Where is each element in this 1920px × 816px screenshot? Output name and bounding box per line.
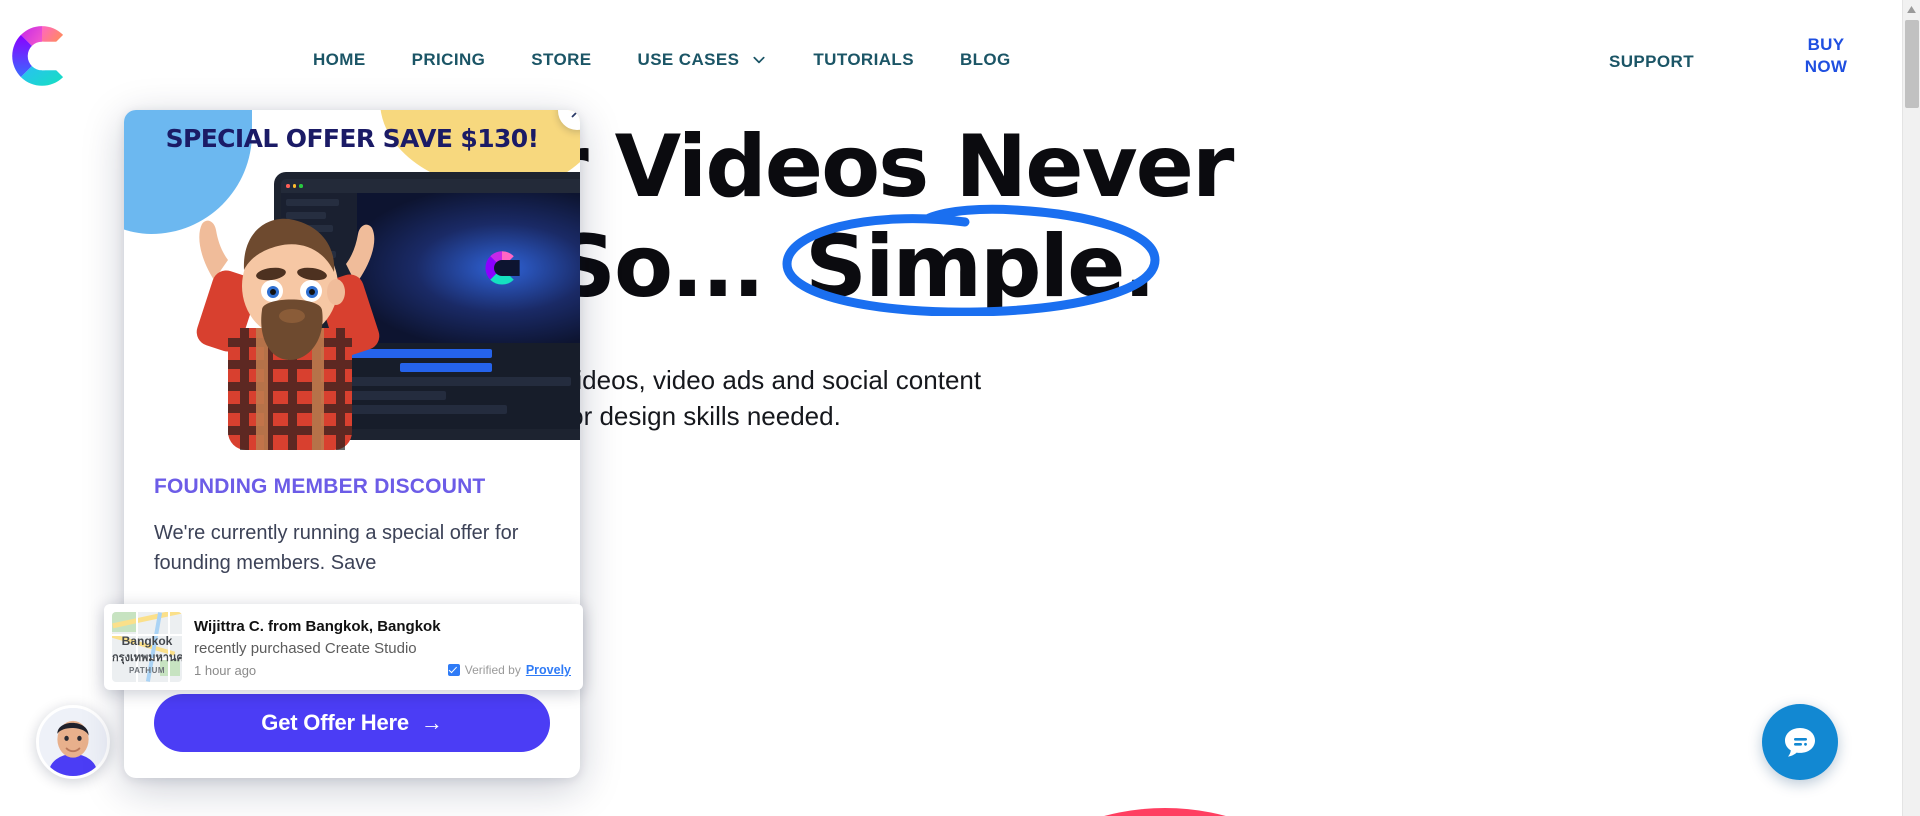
popup-cta-container: Get Offer Here →: [154, 694, 550, 752]
nav-item-home[interactable]: HOME: [290, 50, 389, 70]
primary-navigation: HOME PRICING STORE USE CASES TUTORIALS B…: [290, 50, 1034, 70]
social-proof-notification[interactable]: Bangkok กรุงเทพมหานคร PATHUM Wijittra C.…: [104, 604, 583, 690]
popup-banner-title: SPECIAL OFFER SAVE $130!: [165, 124, 539, 153]
buy-now-line1: BUY: [1807, 35, 1845, 54]
brand-logo[interactable]: [8, 22, 76, 90]
popup-heading: FOUNDING MEMBER DISCOUNT: [154, 475, 486, 498]
map-label-city: Bangkok: [121, 634, 173, 648]
create-studio-logo-icon: [12, 26, 74, 86]
decorative-red-circle: [930, 808, 1400, 816]
popup-description: We're currently running a special offer …: [154, 521, 519, 575]
map-label-district: PATHUM: [128, 666, 166, 675]
map-thumbnail: Bangkok กรุงเทพมหานคร PATHUM: [112, 612, 182, 682]
popup-content: FOUNDING MEMBER DISCOUNT We're currently…: [124, 450, 580, 579]
notification-footer: 1 hour ago Verified by Provely: [194, 663, 571, 678]
verified-badge: Verified by Provely: [447, 663, 571, 677]
nav-item-use-cases[interactable]: USE CASES: [615, 50, 791, 70]
get-offer-label: Get Offer Here: [261, 710, 409, 735]
popup-banner-image: SPECIAL OFFER SAVE $130!: [124, 110, 580, 450]
buy-now-button[interactable]: BUY NOW: [1790, 34, 1862, 78]
logo-on-canvas-icon: [485, 251, 520, 285]
highlight-text: Simple.: [805, 216, 1156, 317]
video-avatar-widget[interactable]: [36, 705, 110, 779]
nav-item-store[interactable]: STORE: [508, 50, 614, 70]
scrollbar-thumb[interactable]: [1905, 20, 1919, 108]
site-header: HOME PRICING STORE USE CASES TUTORIALS B…: [0, 0, 1902, 108]
page-root: Explainer Videos Never Seemed So... Simp…: [0, 0, 1920, 816]
nav-item-use-cases-label: USE CASES: [637, 50, 740, 69]
scroll-up-arrow[interactable]: [1903, 0, 1920, 18]
mascot-character-illustration: [196, 218, 380, 450]
nav-item-pricing[interactable]: PRICING: [389, 50, 509, 70]
chat-bubble-icon: [1785, 728, 1815, 757]
close-x-icon: [571, 110, 580, 117]
notification-title: Wijittra C. from Bangkok, Bangkok: [194, 617, 441, 635]
site-canvas: Explainer Videos Never Seemed So... Simp…: [0, 0, 1902, 816]
nav-item-blog[interactable]: BLOG: [937, 50, 1034, 70]
triangle-up-icon: [1907, 5, 1916, 13]
page-scrollbar[interactable]: [1902, 0, 1920, 816]
verified-label: Verified by: [464, 663, 521, 677]
map-label-thai: กรุงเทพมหานคร: [112, 652, 182, 664]
chat-support-widget[interactable]: [1762, 704, 1838, 780]
notification-timestamp: 1 hour ago: [194, 662, 257, 678]
provely-link[interactable]: Provely: [526, 663, 571, 677]
support-link[interactable]: SUPPORT: [1609, 34, 1694, 72]
notification-subtitle: recently purchased Create Studio: [194, 639, 417, 657]
notification-text: Wijittra C. from Bangkok, Bangkok recent…: [194, 617, 571, 678]
get-offer-button[interactable]: Get Offer Here →: [154, 694, 550, 752]
arrow-right-icon: →: [420, 710, 443, 735]
chevron-down-icon: [753, 56, 765, 64]
check-icon: [447, 664, 460, 676]
buy-now-line2: NOW: [1804, 57, 1848, 77]
nav-item-tutorials[interactable]: TUTORIALS: [790, 50, 937, 70]
avatar: [39, 708, 107, 776]
header-actions: SUPPORT BUY NOW: [1609, 34, 1862, 78]
hero-heading-highlight: Simple.: [782, 204, 1168, 318]
